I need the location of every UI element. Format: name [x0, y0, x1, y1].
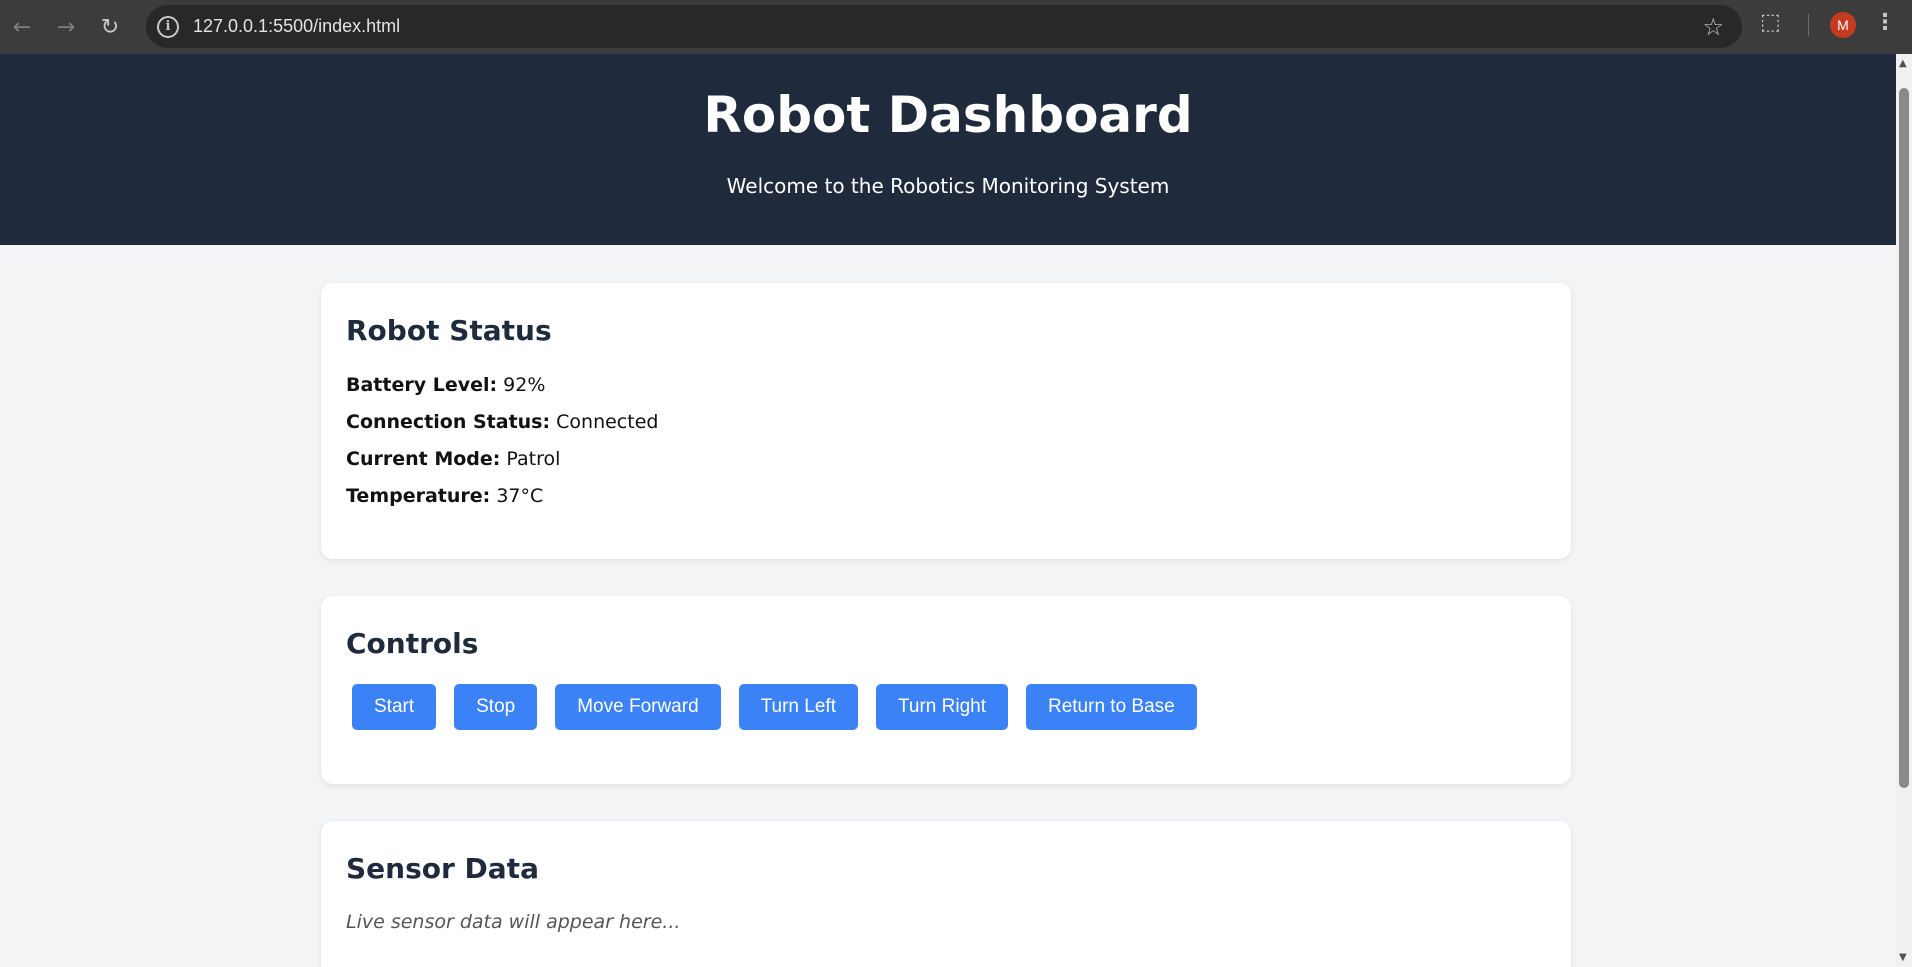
robot-status-heading: Robot Status — [346, 314, 552, 347]
status-value: 37°C — [496, 485, 544, 507]
forward-icon[interactable]: → — [44, 0, 88, 54]
browser-menu-icon[interactable]: ⋮ — [1874, 10, 1896, 35]
status-label: Current Mode: — [346, 448, 501, 470]
sensor-data-heading: Sensor Data — [346, 852, 539, 885]
extensions-icon[interactable]: ⬚ — [1760, 10, 1781, 35]
page-viewport: Robot Dashboard Welcome to the Robotics … — [0, 54, 1896, 967]
turn-left-button[interactable]: Turn Left — [738, 684, 858, 730]
current-mode-row: Current Mode: Patrol — [346, 441, 1546, 478]
page-title: Robot Dashboard — [703, 86, 1193, 144]
page-scrollbar[interactable]: ▲ ▼ — [1896, 54, 1912, 967]
address-bar[interactable]: i 127.0.0.1:5500/index.html ☆ — [146, 5, 1742, 48]
status-value: Patrol — [506, 448, 561, 470]
sensor-data-placeholder: Live sensor data will appear here... — [346, 911, 681, 933]
robot-status-card: Robot Status Battery Level: 92% Connecti… — [321, 283, 1571, 559]
reload-icon[interactable]: ↻ — [88, 0, 132, 54]
back-icon[interactable]: ← — [0, 0, 44, 54]
toolbar-divider — [1808, 14, 1809, 36]
page-subtitle: Welcome to the Robotics Monitoring Syste… — [726, 174, 1170, 198]
turn-right-button[interactable]: Turn Right — [875, 684, 1008, 730]
profile-avatar[interactable]: M — [1830, 12, 1856, 38]
start-button[interactable]: Start — [352, 684, 437, 730]
controls-heading: Controls — [346, 627, 479, 660]
status-value: 92% — [503, 374, 546, 396]
browser-toolbar: ← → ↻ i 127.0.0.1:5500/index.html ☆ ⬚ M … — [0, 0, 1912, 54]
temperature-row: Temperature: 37°C — [346, 478, 1546, 515]
scroll-down-icon[interactable]: ▼ — [1899, 952, 1907, 963]
status-label: Battery Level: — [346, 374, 498, 396]
status-label: Temperature: — [346, 485, 491, 507]
status-list: Battery Level: 92% Connection Status: Co… — [346, 367, 1546, 515]
url-text[interactable]: 127.0.0.1:5500/index.html — [193, 16, 400, 37]
scrollbar-thumb[interactable] — [1899, 88, 1909, 788]
connection-status-row: Connection Status: Connected — [346, 404, 1546, 441]
sensor-data-card: Sensor Data Live sensor data will appear… — [321, 821, 1571, 967]
status-label: Connection Status: — [346, 411, 551, 433]
controls-card: Controls Start Stop Move Forward Turn Le… — [321, 596, 1571, 784]
scroll-up-icon[interactable]: ▲ — [1899, 58, 1907, 69]
return-to-base-button[interactable]: Return to Base — [1025, 684, 1197, 730]
move-forward-button[interactable]: Move Forward — [555, 684, 721, 730]
status-value: Connected — [556, 411, 659, 433]
site-info-icon[interactable]: i — [157, 15, 179, 38]
battery-level-row: Battery Level: 92% — [346, 367, 1546, 404]
page-header: Robot Dashboard Welcome to the Robotics … — [0, 54, 1896, 245]
stop-button[interactable]: Stop — [454, 684, 538, 730]
controls-button-group: Start Stop Move Forward Turn Left Turn R… — [346, 684, 1546, 730]
bookmark-star-icon[interactable]: ☆ — [1702, 13, 1724, 41]
